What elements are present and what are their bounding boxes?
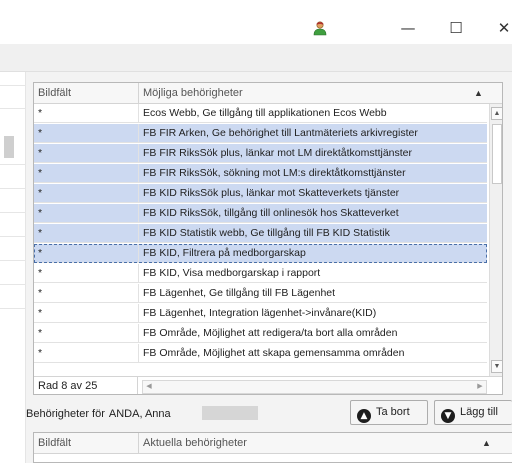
minimize-icon[interactable]: — [388, 16, 428, 40]
owner-prefix: Behörigheter för [26, 408, 105, 420]
table-row[interactable]: * FB Lägenhet, Integration lägenhet->invå… [34, 304, 487, 323]
remove-button-label: Ta bort [376, 406, 410, 418]
grid-footer: Rad 8 av 25 ◀ ▶ [34, 376, 502, 394]
cell-bildfalt: * [34, 144, 139, 163]
table-row[interactable]: * FB FIR Arken, Ge behörighet till Lantmä… [34, 124, 487, 143]
arrow-down-icon: ▼ [441, 409, 455, 423]
cell-bildfalt: * [34, 184, 139, 203]
table-row[interactable]: * FB FIR RiksSök plus, länkar mot LM dire… [34, 144, 487, 163]
grid-header: Bildfält Möjliga behörigheter ▲ [34, 83, 502, 104]
cell-behorighet: FB KID RiksSök, tillgång till onlinesök … [143, 207, 399, 219]
cell-behorighet: FB KID, Visa medborgarskap i rapport [143, 267, 321, 279]
cell-behorighet: FB FIR Arken, Ge behörighet till Lantmät… [143, 127, 418, 139]
table-row[interactable]: * FB KID Statistik webb, Ge tillgång till… [34, 224, 487, 243]
cell-behorighet: FB FIR RiksSök, sökning mot LM:s direktå… [143, 167, 406, 179]
maximize-icon[interactable]: ☐ [436, 16, 476, 40]
sort-ascending-icon[interactable]: ▲ [482, 438, 491, 448]
table-row[interactable]: * FB Område, Möjlighet att redigera/ta bo… [34, 324, 487, 343]
cell-bildfalt: * [34, 344, 139, 363]
available-permissions-grid: Bildfält Möjliga behörigheter ▲ * Ecos We… [33, 82, 503, 395]
toolbar-area [0, 44, 512, 72]
grid-rows: * Ecos Webb, Ge tillgång till applikation… [34, 104, 487, 376]
add-button-label: Lägg till [460, 406, 498, 418]
scroll-right-icon[interactable]: ▶ [474, 381, 486, 393]
cell-bildfalt: * [34, 264, 139, 283]
remove-button[interactable]: ▲ Ta bort [350, 400, 428, 425]
cell-bildfalt: * [34, 244, 139, 263]
sort-ascending-icon[interactable]: ▲ [474, 88, 483, 98]
cell-bildfalt: * [34, 124, 139, 143]
owner-name: ANDA, Anna [108, 408, 171, 420]
column-header-bildfalt[interactable]: Bildfält [34, 83, 139, 104]
row-position-status: Rad 8 av 25 [34, 377, 138, 394]
table-row[interactable]: * FB FIR RiksSök, sökning mot LM:s direkt… [34, 164, 487, 183]
cell-behorighet: FB Område, Möjlighet att redigera/ta bor… [143, 327, 398, 339]
cell-bildfalt: * [34, 324, 139, 343]
cell-behorighet: FB KID, Filtrera på medborgarskap [143, 247, 306, 259]
table-row[interactable]: * FB Lägenhet, Ge tillgång till FB Lägenh… [34, 284, 487, 303]
cell-bildfalt: * [34, 104, 139, 123]
table-row-current[interactable]: * FB KID, Filtrera på medborgarskap [34, 244, 487, 263]
permissions-panel: Bildfält Möjliga behörigheter ▲ * Ecos We… [26, 72, 512, 463]
cell-behorighet: FB Lägenhet, Integration lägenhet->invån… [143, 307, 377, 319]
add-button[interactable]: ▼ Lägg till [434, 400, 512, 425]
table-row[interactable]: * FB KID RiksSök, tillgång till onlinesök… [34, 204, 487, 223]
scroll-thumb[interactable] [492, 124, 502, 184]
horizontal-scrollbar[interactable]: ◀ ▶ [142, 380, 487, 394]
table-row[interactable]: * Ecos Webb, Ge tillgång till applikation… [34, 104, 487, 123]
cell-behorighet: FB KID Statistik webb, Ge tillgång till … [143, 227, 390, 239]
permissions-owner-label: Behörigheter för ANDA, Anna [26, 407, 171, 421]
cell-bildfalt: * [34, 284, 139, 303]
cell-bildfalt: * [34, 224, 139, 243]
cell-bildfalt: * [34, 204, 139, 223]
scroll-left-icon[interactable]: ◀ [143, 381, 155, 393]
left-panel-marker [4, 136, 14, 158]
close-icon[interactable]: ✕ [484, 16, 512, 40]
cell-behorighet: FB Område, Möjlighet att skapa gemensamm… [143, 347, 405, 359]
cell-bildfalt: * [34, 304, 139, 323]
user-icon [312, 20, 328, 36]
cell-bildfalt: * [34, 164, 139, 183]
column-header-aktuella-behorigheter[interactable]: Aktuella behörigheter [139, 433, 499, 454]
table-row[interactable]: * FB Område, Möjlighet att skapa gemensam… [34, 344, 487, 363]
grid-header: Bildfält Aktuella behörigheter ▲ [34, 433, 512, 454]
scroll-up-icon[interactable]: ▲ [491, 107, 502, 120]
current-permissions-grid: Bildfält Aktuella behörigheter ▲ [33, 432, 512, 463]
left-panel [0, 72, 26, 463]
arrow-up-icon: ▲ [357, 409, 371, 423]
title-bar: — ☐ ✕ [0, 0, 512, 44]
cell-behorighet: FB FIR RiksSök plus, länkar mot LM direk… [143, 147, 412, 159]
redacted-field [202, 406, 258, 420]
vertical-scrollbar[interactable]: ▲ ▼ [489, 104, 502, 376]
column-header-mojliga-behorigheter[interactable]: Möjliga behörigheter [139, 83, 492, 104]
table-row[interactable]: * FB KID, Visa medborgarskap i rapport [34, 264, 487, 283]
table-row[interactable]: * FB KID RiksSök plus, länkar mot Skattev… [34, 184, 487, 203]
column-header-bildfalt[interactable]: Bildfält [34, 433, 139, 454]
cell-behorighet: FB KID RiksSök plus, länkar mot Skatteve… [143, 187, 400, 199]
cell-behorighet: Ecos Webb, Ge tillgång till applikatione… [143, 107, 387, 119]
scroll-down-icon[interactable]: ▼ [491, 360, 502, 373]
cell-behorighet: FB Lägenhet, Ge tillgång till FB Lägenhe… [143, 287, 336, 299]
